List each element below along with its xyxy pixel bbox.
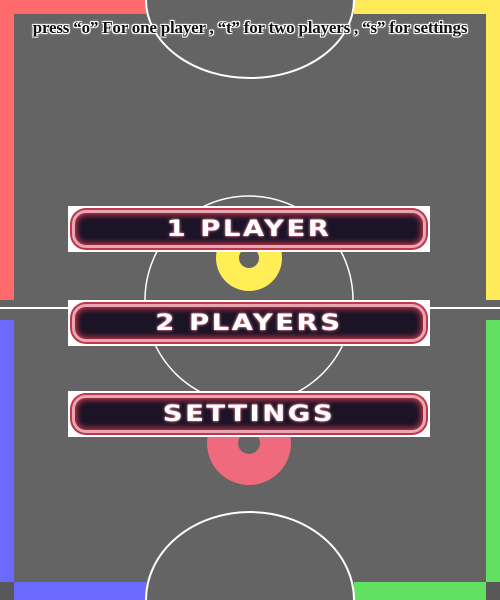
blue-player-zone xyxy=(0,320,14,600)
controls-instruction: press “o” For one player , “t” for two p… xyxy=(32,18,468,37)
red-player-zone xyxy=(0,0,14,300)
green-player-zone-bottom xyxy=(354,582,500,600)
two-players-label: 2 PLAYERS xyxy=(155,310,343,336)
yellow-player-zone-top xyxy=(354,0,500,14)
settings-label: SETTINGS xyxy=(162,401,336,427)
red-player-zone-top xyxy=(0,0,146,14)
yellow-player-zone xyxy=(486,0,500,300)
blue-player-zone-bottom xyxy=(0,582,146,600)
settings-button[interactable]: SETTINGS xyxy=(68,391,430,437)
two-players-button[interactable]: 2 PLAYERS xyxy=(68,300,430,346)
one-player-button[interactable]: 1 PLAYER xyxy=(68,206,430,252)
green-player-zone xyxy=(486,320,500,600)
one-player-label: 1 PLAYER xyxy=(166,216,332,242)
